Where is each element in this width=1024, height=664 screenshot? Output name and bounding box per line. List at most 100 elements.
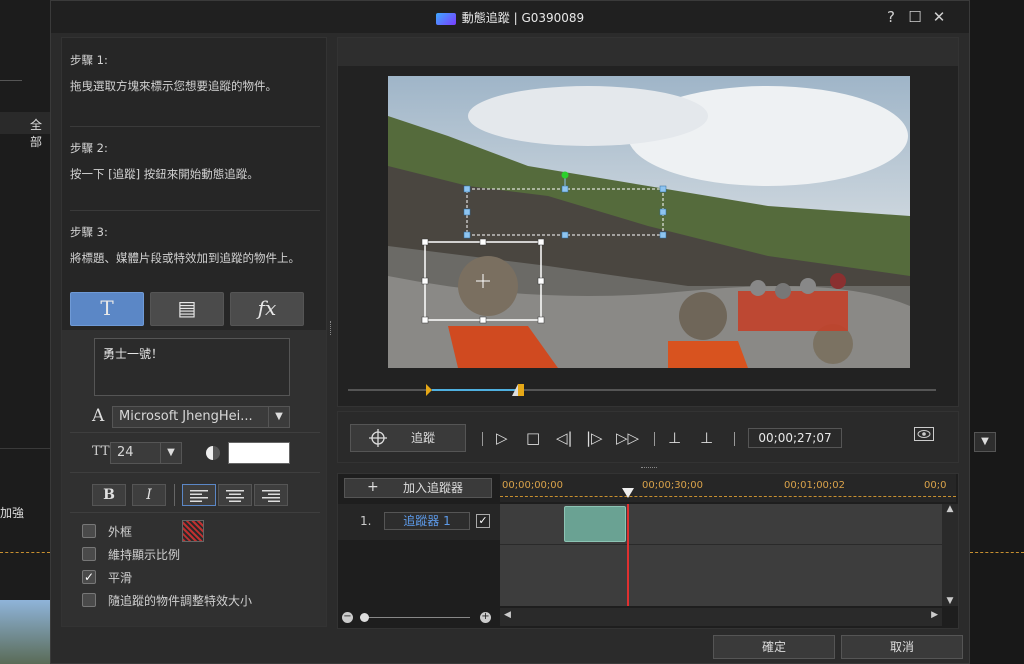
video-preview[interactable] — [388, 76, 910, 368]
italic-button[interactable]: I — [132, 484, 166, 506]
background-right-panel: ▼ — [970, 0, 1024, 664]
step-1: 步驟 1: 拖曳選取方塊來標示您想要追蹤的物件。 — [70, 50, 277, 96]
bg-dropdown-icon[interactable]: ▼ — [974, 432, 996, 452]
zoom-slider[interactable] — [360, 617, 470, 618]
trim-start-handle[interactable] — [426, 384, 432, 396]
chevron-down-icon: ▼ — [160, 443, 181, 463]
align-right-button[interactable] — [254, 484, 288, 506]
preview-panel — [337, 37, 959, 407]
background-left-panel: 全部 加強 — [0, 0, 50, 664]
timeline-playhead-handle[interactable] — [622, 488, 634, 498]
plus-icon: + — [367, 479, 379, 495]
font-size-select[interactable]: 24 ▼ — [110, 442, 182, 464]
align-left-button[interactable] — [182, 484, 216, 506]
color-swatch[interactable] — [228, 442, 290, 464]
divider — [70, 210, 320, 211]
next-frame-icon[interactable]: |▷ — [586, 429, 603, 447]
add-tracker-button[interactable]: + 加入追蹤器 — [344, 478, 492, 498]
bg-tab-label: 全部 — [30, 118, 43, 149]
scroll-left-icon[interactable]: ◀ — [504, 610, 511, 620]
trim-end-handle[interactable] — [518, 384, 524, 396]
divider — [70, 512, 320, 513]
bg-thumbnail[interactable] — [0, 600, 50, 664]
timeline-track-area[interactable] — [500, 504, 942, 606]
zoom-slider-thumb[interactable] — [360, 613, 369, 622]
tracker-name-field[interactable]: 追蹤器 1 — [384, 512, 470, 530]
align-right-icon — [262, 490, 280, 502]
track-button[interactable]: 追蹤 — [350, 424, 466, 452]
scroll-right-icon[interactable]: ▶ — [931, 610, 938, 620]
tracker-clip[interactable] — [564, 506, 626, 542]
title-text-input[interactable]: 勇士一號！ — [94, 338, 290, 396]
tab-title[interactable]: T — [70, 292, 144, 326]
splitter-handle[interactable] — [641, 467, 657, 469]
tracker-timeline: + 加入追蹤器 00;00;00;00 00;00;30;00 00;01;00;… — [337, 473, 959, 629]
divider — [500, 544, 942, 545]
ruler-tick-label: 00;00;00;00 — [502, 480, 564, 491]
stop-icon[interactable]: □ — [526, 429, 540, 447]
tracker-visible-checkbox[interactable]: ✓ — [476, 514, 490, 528]
font-icon: A — [92, 406, 105, 426]
vertical-scrollbar[interactable]: ▲ ▼ — [942, 504, 958, 606]
divider — [70, 472, 320, 473]
add-tracker-label: 加入追蹤器 — [403, 481, 464, 495]
divider — [0, 448, 50, 449]
step-text: 拖曳選取方塊來標示您想要追蹤的物件。 — [70, 79, 277, 93]
close-icon[interactable]: ✕ — [929, 7, 949, 27]
splitter-handle[interactable] — [330, 321, 333, 335]
align-left-icon — [190, 490, 208, 502]
help-icon[interactable]: ? — [881, 7, 901, 27]
ok-button[interactable]: 確定 — [713, 635, 835, 659]
mark-out-icon[interactable]: ⊥ — [700, 429, 713, 447]
chevron-down-icon: ▼ — [268, 407, 289, 427]
play-icon[interactable]: ▷ — [496, 429, 508, 447]
divider — [482, 432, 483, 446]
checkbox-label: 維持顯示比例 — [108, 548, 181, 562]
align-center-button[interactable] — [218, 484, 252, 506]
smooth-checkbox[interactable]: ✓ — [82, 570, 96, 584]
resize-effect-checkbox[interactable] — [82, 593, 96, 607]
step-text: 按一下 [追蹤] 按鈕來開始動態追蹤。 — [70, 167, 259, 181]
window-title-text: 動態追蹤 | G0390089 — [461, 11, 585, 25]
prev-frame-icon[interactable]: ◁| — [556, 429, 573, 447]
step-text: 將標題、媒體片段或特效加到追蹤的物件上。 — [70, 251, 300, 265]
horizontal-scrollbar[interactable]: ◀ ▶ — [500, 608, 942, 626]
zoom-in-icon[interactable]: + — [480, 612, 491, 623]
zoom-out-icon[interactable]: − — [342, 612, 353, 623]
border-color-swatch[interactable] — [182, 520, 204, 542]
tracker-row[interactable]: 1. 追蹤器 1 ✓ — [338, 504, 500, 540]
color-wheel-icon — [206, 446, 220, 460]
ruler-tick-label: 00;00;30;00 — [642, 480, 704, 491]
font-select[interactable]: Microsoft JhengHei... ▼ — [112, 406, 290, 428]
instructions-panel: 步驟 1: 拖曳選取方塊來標示您想要追蹤的物件。 步驟 2: 按一下 [追蹤] 按鈕… — [61, 37, 327, 627]
bold-button[interactable]: B — [92, 484, 126, 506]
checkbox-label: 外框 — [108, 525, 133, 539]
bg-tab-all[interactable]: 全部 — [0, 112, 50, 149]
keep-aspect-checkbox[interactable] — [82, 547, 96, 561]
align-center-icon — [226, 490, 244, 502]
time-ruler[interactable]: 00;00;00;00 00;00;30;00 00;01;00;02 00;0 — [500, 474, 956, 502]
cancel-button[interactable]: 取消 — [841, 635, 963, 659]
tab-fx[interactable]: fx — [230, 292, 304, 326]
font-size-value: 24 — [117, 445, 134, 460]
preview-eye-icon[interactable] — [914, 427, 934, 445]
mark-in-icon[interactable]: ⊥ — [668, 429, 681, 447]
timecode-display: 00;00;27;07 — [748, 428, 842, 448]
border-checkbox[interactable] — [82, 524, 96, 538]
maximize-icon[interactable]: ☐ — [905, 7, 925, 27]
scroll-up-icon[interactable]: ▲ — [942, 504, 958, 514]
fast-forward-icon[interactable]: ▷▷ — [616, 429, 639, 447]
divider — [654, 432, 655, 446]
step-heading: 步驟 2: — [70, 141, 108, 155]
step-heading: 步驟 1: — [70, 53, 108, 67]
scroll-down-icon[interactable]: ▼ — [942, 596, 958, 606]
ruler-tick-label: 00;01;00;02 — [784, 480, 846, 491]
title-bar: 動態追蹤 | G0390089 ? ☐ ✕ — [51, 1, 969, 33]
checkbox-label: 平滑 — [108, 571, 133, 585]
tab-media[interactable]: ▤ — [150, 292, 224, 326]
divider — [734, 432, 735, 446]
motion-tracking-dialog: 動態追蹤 | G0390089 ? ☐ ✕ 步驟 1: 拖曳選取方塊來標示您想要追… — [50, 0, 970, 664]
step-heading: 步驟 3: — [70, 225, 108, 239]
font-size-icon: TT — [92, 444, 110, 459]
playback-controls: 追蹤 ▷ □ ◁| |▷ ▷▷ ⊥ ⊥ 00;00;27;07 — [337, 411, 959, 463]
